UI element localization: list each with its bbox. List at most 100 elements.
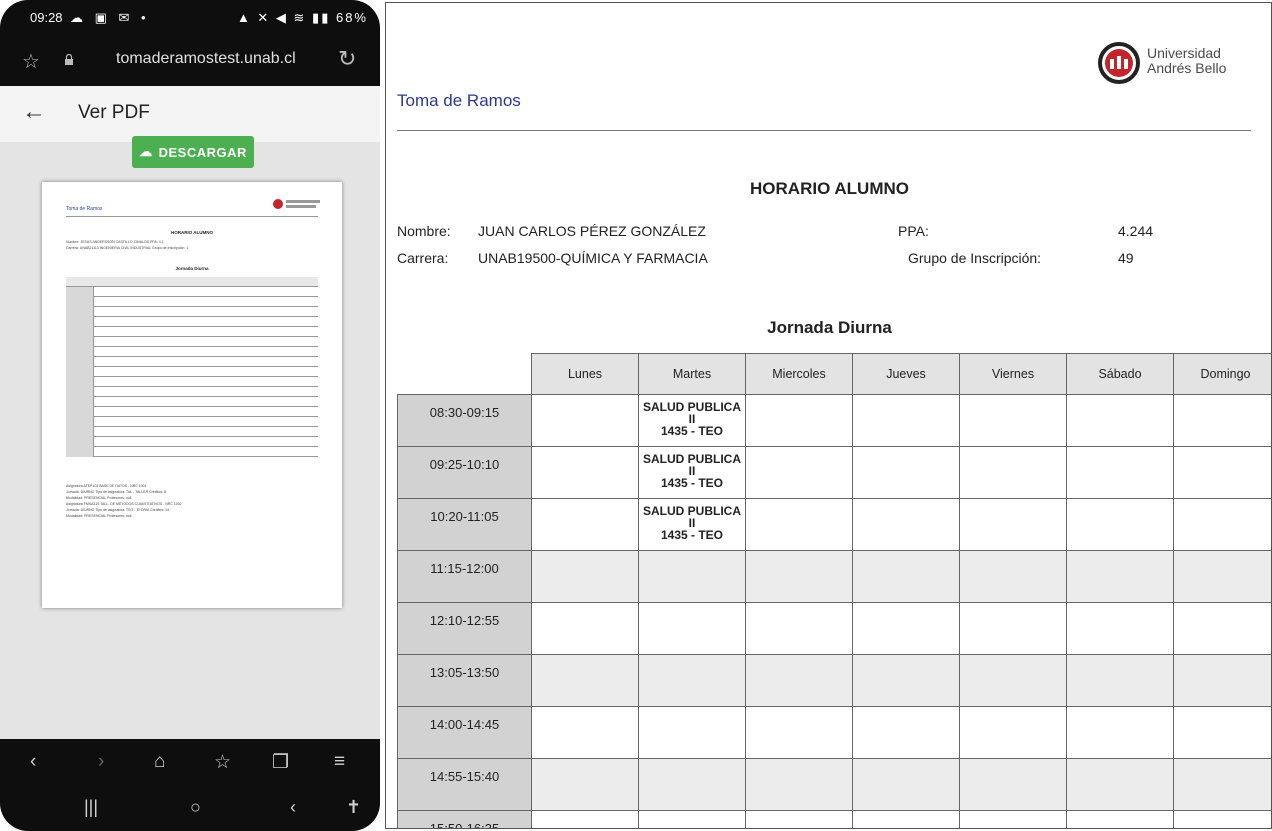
app-bar-title: Ver PDF [78,102,150,123]
preview-time-cell [66,387,94,397]
preview-time-cell [66,417,94,427]
day-header-miercoles: Miercoles [745,353,853,395]
schedule-cell [1173,550,1271,603]
schedule-cell [1066,602,1174,655]
preview-grid-row [66,367,318,377]
schedule-cell [531,602,639,655]
schedule-row: 10:20-11:05 SALUD PUBLICA II 1435 - TEO [397,498,1271,551]
preview-schedule-grid [66,277,318,467]
schedule-cell [531,446,639,499]
nombre-value: JUAN CARLOS PÉREZ GONZÁLEZ [478,223,706,239]
preview-grid-row [66,387,318,397]
preview-grid-row [66,377,318,387]
preview-grid-row [66,337,318,347]
schedule-cell [1066,810,1174,828]
schedule-cell [852,498,960,551]
accessibility-icon[interactable]: ✝ [346,797,361,818]
menu-icon[interactable]: ≡ [334,751,345,773]
schedule-cell [531,394,639,447]
schedule-cell [531,550,639,603]
preview-time-cell [66,357,94,367]
schedule-cell [852,602,960,655]
preview-time-cell [66,337,94,347]
download-button[interactable]: ☁ DESCARGAR [132,136,254,168]
schedule-cell [959,446,1067,499]
schedule-cell [959,706,1067,759]
corner-cell [397,353,532,395]
ppa-value: 4.244 [1118,223,1154,239]
time-slot: 13:05-13:50 [397,654,532,707]
back-chevron-icon[interactable]: ‹ [30,751,36,773]
preview-time-cell [66,307,94,317]
phone-screen: 09:28 ☁ ▣ ✉ • ▲ ✕ ◀ ≋ ▮▮ 68% ☆ tomaderam… [0,0,380,831]
schedule-cell [959,550,1067,603]
browser-url-bar[interactable]: ☆ tomaderamostest.unab.cl ↻ [0,36,380,86]
home-icon[interactable]: ⌂ [154,751,165,773]
pdf-viewer[interactable]: ☁ DESCARGAR Toma de Ramos HORARIO ALUMNO… [0,136,380,739]
preview-grid-row [66,277,318,287]
status-icons: ▲ ✕ ◀ ≋ ▮▮ 68% [236,10,368,25]
home-circle-icon[interactable]: ○ [190,797,201,818]
preview-time-cell [66,327,94,337]
ppa-label: PPA: [898,223,929,239]
schedule-cell [1173,706,1271,759]
tabs-icon[interactable]: ❐ [272,751,289,774]
schedule-cell [531,810,639,828]
schedule-cell [1066,706,1174,759]
time-slot: 15:50-16:35 [397,810,532,828]
schedule-cell [745,810,853,828]
schedule-cell [638,810,746,828]
logo-line2: Andrés Bello [1147,60,1227,76]
schedule-cell [852,446,960,499]
schedule-cell [1173,602,1271,655]
preview-foot-line: Asignatura FMSA315 TALL. DE MÉTODOS CUAN… [66,502,182,506]
status-time: 09:28 [30,10,63,25]
schedule-heading: HORARIO ALUMNO [750,179,909,198]
page-title: Toma de Ramos [397,91,521,110]
day-header-lunes: Lunes [531,353,639,395]
course-nrc: 1435 - TEO [660,424,724,438]
pdf-page-preview[interactable]: Toma de Ramos HORARIO ALUMNO Nombre: JES… [42,182,342,608]
schedule-cell [852,810,960,828]
schedule-cell [1066,498,1174,551]
preview-title: Toma de Ramos [66,206,103,212]
university-logo-small [273,199,320,209]
day-header-jueves: Jueves [852,353,960,395]
preview-grid-row [66,407,318,417]
recents-icon[interactable]: ||| [84,797,98,818]
url-text[interactable]: tomaderamostest.unab.cl [116,50,296,68]
preview-rule [66,216,318,217]
course-block[interactable]: SALUD PUBLICA II 1435 - TEO [638,498,746,551]
back-arrow-icon[interactable]: ← [22,98,46,126]
preview-heading: HORARIO ALUMNO [170,230,214,235]
jornada-heading: Jornada Diurna [767,318,892,337]
schedule-cell [1066,550,1174,603]
schedule-cell [852,654,960,707]
day-header-martes: Martes [638,353,746,395]
schedule-cell [745,394,853,447]
carrera-label: Carrera: [397,250,449,266]
schedule-cell [531,706,639,759]
reload-icon[interactable]: ↻ [338,46,356,72]
preview-grid-row [66,397,318,407]
preview-time-cell [66,397,94,407]
schedule-cell [638,550,746,603]
system-back-icon[interactable]: ‹ [290,797,296,818]
bookmark-star-icon[interactable]: ☆ [22,49,40,74]
logo-line1: Universidad [1147,45,1221,61]
bookmarks-icon[interactable]: ☆ [214,751,231,774]
schedule-cell [531,654,639,707]
schedule-cell [1066,654,1174,707]
schedule-cell [1173,394,1271,447]
schedule-cell [959,810,1067,828]
schedule-cell [638,758,746,811]
title-divider [397,130,1251,131]
preview-grid-row [66,437,318,447]
forward-chevron-icon[interactable]: › [98,751,104,773]
preview-foot-line: Modalidad: PRESENCIAL Profesores: null [66,496,132,500]
time-slot: 08:30-09:15 [397,394,532,447]
schedule-cell [1173,758,1271,811]
course-block[interactable]: SALUD PUBLICA II 1435 - TEO [638,446,746,499]
course-block[interactable]: SALUD PUBLICA II 1435 - TEO [638,394,746,447]
battery-level: 68% [335,10,368,25]
